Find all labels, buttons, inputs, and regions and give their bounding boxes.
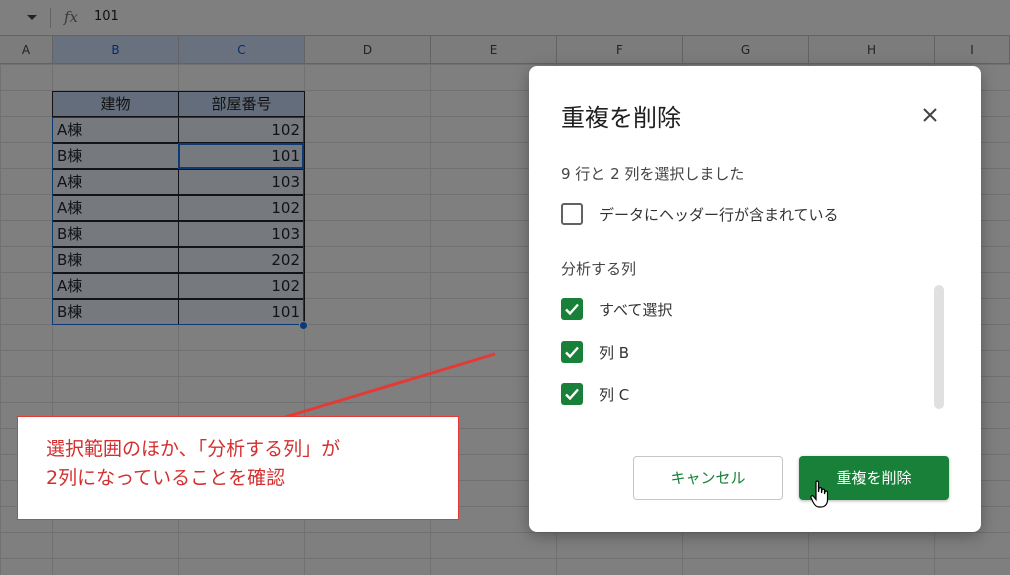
column-b-checkbox-row[interactable]: 列 B [561, 340, 629, 364]
select-all-label: すべて選択 [599, 300, 673, 319]
selection-info: 9 行と 2 列を選択しました [561, 165, 745, 183]
column-c-checkbox-row[interactable]: 列 C [561, 382, 629, 406]
select-all-checkbox[interactable] [561, 298, 583, 320]
close-icon [923, 108, 937, 122]
select-all-checkbox-row[interactable]: すべて選択 [561, 297, 672, 321]
column-c-checkbox[interactable] [561, 383, 583, 405]
columns-scrollbar[interactable] [934, 285, 944, 409]
cancel-button[interactable]: キャンセル [633, 456, 783, 500]
hand-pointer-icon [810, 480, 829, 508]
check-icon [565, 303, 579, 316]
header-row-checkbox[interactable] [561, 203, 583, 225]
check-icon [565, 388, 579, 401]
column-c-label: 列 C [599, 385, 630, 404]
header-row-checkbox-label: データにヘッダー行が含まれている [599, 205, 839, 224]
annotation-text: 選択範囲のほか、「分析する列」が 2列になっていることを確認 [46, 438, 341, 489]
column-b-checkbox[interactable] [561, 341, 583, 363]
dialog-title: 重複を削除 [561, 104, 681, 132]
remove-duplicates-dialog: 重複を削除 9 行と 2 列を選択しました データにヘッダー行が含まれている 分… [529, 66, 981, 532]
close-button[interactable] [913, 98, 947, 132]
annotation-callout: 選択範囲のほか、「分析する列」が 2列になっていることを確認 [17, 416, 459, 520]
header-row-checkbox-row[interactable]: データにヘッダー行が含まれている [561, 202, 839, 226]
check-icon [565, 346, 579, 359]
columns-section-label: 分析する列 [561, 260, 637, 278]
column-b-label: 列 B [599, 343, 630, 362]
